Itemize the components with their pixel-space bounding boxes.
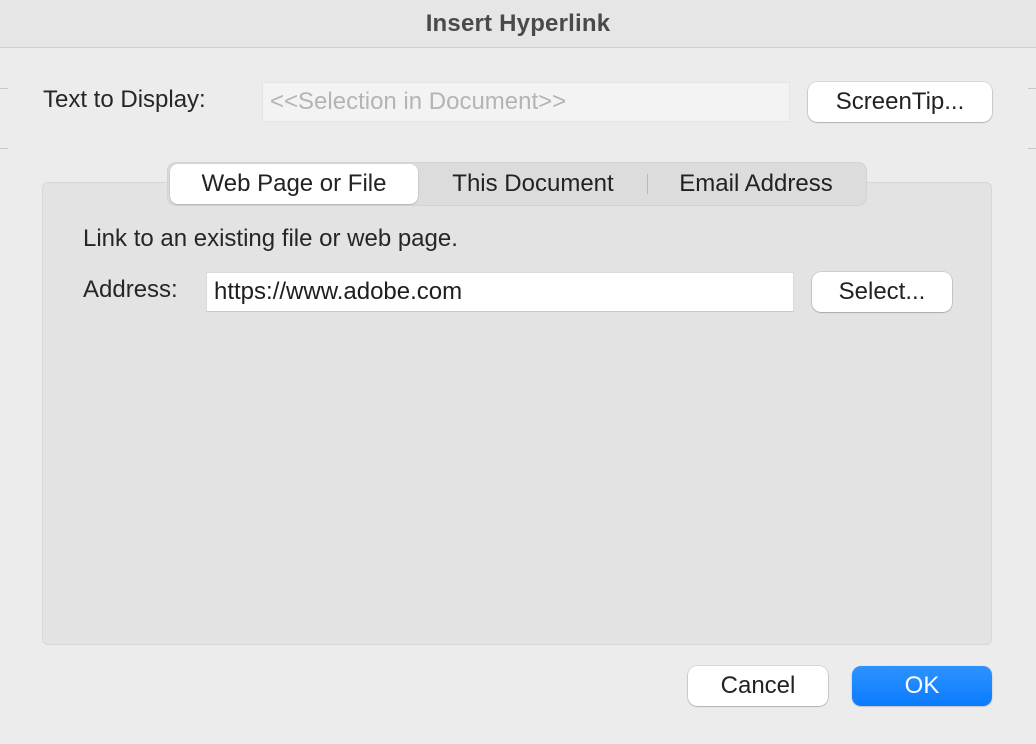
right-edge-divider — [1028, 148, 1036, 149]
link-description: Link to an existing file or web page. — [83, 225, 458, 252]
cancel-button[interactable]: Cancel — [688, 666, 828, 706]
ok-button[interactable]: OK — [852, 666, 992, 706]
right-edge-divider — [1028, 88, 1036, 89]
screentip-button[interactable]: ScreenTip... — [808, 82, 992, 122]
title-bar: Insert Hyperlink — [0, 0, 1036, 48]
address-label: Address: — [83, 276, 178, 303]
link-type-tabs: Web Page or File This Document Email Add… — [167, 162, 867, 206]
text-to-display-label: Text to Display: — [43, 86, 206, 113]
tab-web-page-or-file[interactable]: Web Page or File — [170, 164, 418, 204]
select-button[interactable]: Select... — [812, 272, 952, 312]
tab-this-document[interactable]: This Document — [420, 163, 646, 205]
insert-hyperlink-dialog: Insert Hyperlink Text to Display: <<Sele… — [0, 0, 1036, 744]
dialog-title: Insert Hyperlink — [425, 9, 611, 37]
text-to-display-field[interactable]: <<Selection in Document>> — [262, 82, 790, 122]
left-edge-divider — [0, 148, 8, 149]
tab-email-address[interactable]: Email Address — [648, 163, 864, 205]
address-input[interactable] — [206, 272, 794, 312]
left-edge-divider — [0, 88, 8, 89]
